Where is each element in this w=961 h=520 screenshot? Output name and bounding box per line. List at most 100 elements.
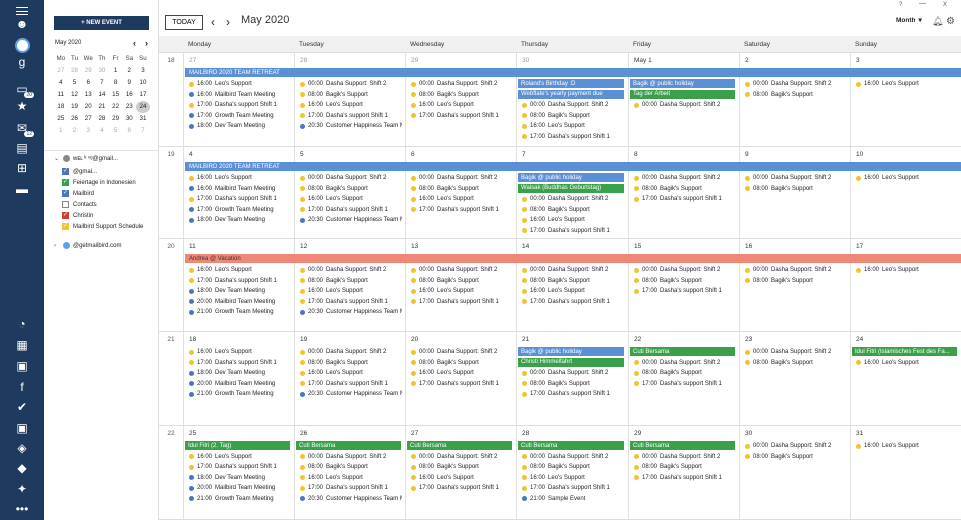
help-button[interactable]: ? [899, 2, 902, 8]
event-item[interactable]: 00:00 Dasha Support: Shift 2 [411, 452, 513, 462]
day-cell[interactable]: 10 16:00 Leo's Support [850, 147, 961, 238]
mini-day[interactable]: 29 [109, 113, 123, 125]
day-cell[interactable]: 15 00:00 Dasha Support: Shift 2 08:00 Bagik'… [628, 239, 739, 331]
event-item[interactable]: 16:00 Leo's Support [522, 473, 625, 483]
day-cell[interactable]: May 1 00:00 Dasha Support: Shift 2 [628, 53, 739, 146]
event-item[interactable]: 08:00 Bagik's Support [634, 462, 736, 472]
mini-day[interactable]: 19 [68, 101, 82, 113]
calendar-toggle[interactable]: Contacts [62, 201, 97, 208]
mini-day[interactable]: 8 [109, 77, 123, 89]
event-item[interactable]: 18:00 Dev Team Meeting [189, 473, 291, 483]
mini-day[interactable]: 28 [95, 113, 109, 125]
event-item[interactable]: 17:00 Dasha's support Shift 1 [300, 205, 402, 215]
event-item[interactable]: 00:00 Dasha Support: Shift 2 [634, 452, 736, 462]
mini-day[interactable]: 2 [122, 65, 136, 77]
event-item[interactable]: 17:00 Dasha's support Shift 1 [300, 483, 402, 493]
event-item[interactable]: 17:00 Dasha's support Shift 1 [411, 379, 513, 389]
event-item[interactable]: 16:00 Leo's Support [189, 452, 291, 462]
calendar-toggle[interactable]: ✓ Mailbird [62, 190, 94, 197]
mini-day[interactable]: 29 [81, 65, 95, 77]
more-icon[interactable]: ••• [8, 499, 36, 519]
twitter-icon[interactable]: ✦ [8, 479, 36, 499]
calendar-toggle[interactable]: ✓ Mailbird Support Schedule [62, 223, 143, 230]
account-g-icon[interactable]: g [8, 52, 36, 72]
event-item[interactable]: 16:00 Leo's Support [411, 100, 513, 110]
event-item[interactable]: 00:00 Dasha Support: Shift 2 [300, 347, 402, 357]
event-item[interactable]: 08:00 Bagik's Support [411, 276, 513, 286]
close-button[interactable]: X [943, 2, 947, 8]
checkbox[interactable]: ✓ [62, 212, 69, 219]
gear-icon[interactable]: ⚙ [946, 16, 955, 27]
event-item[interactable]: 08:00 Bagik's Support [634, 184, 736, 194]
event-item[interactable]: 21:00 Growth Team Meeting [189, 307, 291, 317]
mini-day[interactable]: 3 [81, 125, 95, 137]
day-cell[interactable]: 14 00:00 Dasha Support: Shift 2 08:00 Bagik'… [516, 239, 628, 331]
event-item[interactable]: 21:00 Growth Team Meeting [189, 494, 291, 504]
checkbox[interactable]: ✓ [62, 223, 69, 230]
contacts-icon[interactable]: ☻ [8, 14, 36, 34]
day-cell[interactable]: 21 00:00 Dasha Support: Shift 2 08:00 Bagik'… [516, 332, 628, 425]
all-day-event[interactable]: Bagik @ public holiday [518, 173, 624, 182]
day-cell[interactable]: 24 16:00 Leo's Support [850, 332, 961, 425]
retreat-bar[interactable]: MAILBIRD 2020 TEAM RETREAT [185, 162, 961, 171]
event-item[interactable]: 16:00 Leo's Support [856, 79, 958, 89]
account-row[interactable]: ⌄ ᴡᴇʟ ᵏ ⁿᵍ @gmail... [54, 155, 118, 162]
day-cell[interactable]: 19 00:00 Dasha Support: Shift 2 08:00 Bagik'… [294, 332, 405, 425]
next-month-icon[interactable]: › [226, 15, 230, 29]
checkbox[interactable]: ✓ [62, 190, 69, 197]
mini-day[interactable]: 11 [54, 89, 68, 101]
event-item[interactable]: 08:00 Bagik's Support [634, 276, 736, 286]
day-cell[interactable]: 8 00:00 Dasha Support: Shift 2 08:00 Bagik's… [628, 147, 739, 238]
mini-day[interactable]: 23 [122, 101, 136, 113]
event-item[interactable]: 16:00 Leo's Support [189, 79, 291, 89]
event-item[interactable]: 16:00 Leo's Support [856, 265, 958, 275]
event-item[interactable]: 08:00 Bagik's Support [411, 90, 513, 100]
whatsapp-icon[interactable]: ◔ [8, 314, 36, 334]
event-item[interactable]: 00:00 Dasha Support: Shift 2 [522, 265, 625, 275]
event-item[interactable]: 08:00 Bagik's Support [411, 358, 513, 368]
event-item[interactable]: 21:00 Sample Event [522, 494, 625, 504]
event-item[interactable]: 00:00 Dasha Support: Shift 2 [745, 79, 847, 89]
event-item[interactable]: 08:00 Bagik's Support [745, 358, 847, 368]
mini-day[interactable]: 2 [68, 125, 82, 137]
event-item[interactable]: 00:00 Dasha Support: Shift 2 [300, 173, 402, 183]
mini-day[interactable]: 7 [136, 125, 150, 137]
event-item[interactable]: 08:00 Bagik's Support [745, 184, 847, 194]
event-item[interactable]: 00:00 Dasha Support: Shift 2 [411, 265, 513, 275]
event-item[interactable]: 17:00 Dasha's support Shift 1 [522, 297, 625, 307]
mini-day[interactable]: 4 [95, 125, 109, 137]
all-day-event[interactable]: Cuti Bersama [518, 441, 624, 450]
mini-day[interactable]: 14 [95, 89, 109, 101]
event-item[interactable]: 17:00 Dasha's support Shift 1 [189, 276, 291, 286]
event-item[interactable]: 17:00 Dasha's support Shift 1 [522, 226, 625, 236]
event-item[interactable]: 17:00 Dasha's support Shift 1 [634, 286, 736, 296]
all-day-event[interactable]: Cuti Bersama [407, 441, 512, 450]
day-cell[interactable]: 16 00:00 Dasha Support: Shift 2 08:00 Bagik'… [739, 239, 850, 331]
event-item[interactable]: 08:00 Bagik's Support [300, 184, 402, 194]
today-button[interactable]: TODAY [165, 15, 203, 30]
day-cell[interactable]: 30 00:00 Dasha Support: Shift 2 08:00 Bagik'… [739, 426, 850, 519]
event-item[interactable]: 16:00 Leo's Support [300, 286, 402, 296]
mini-day[interactable]: 9 [122, 77, 136, 89]
event-item[interactable]: 00:00 Dasha Support: Shift 2 [745, 347, 847, 357]
event-item[interactable]: 17:00 Dasha's support Shift 1 [189, 462, 291, 472]
event-item[interactable]: 08:00 Bagik's Support [522, 276, 625, 286]
day-cell[interactable]: 7 00:00 Dasha Support: Shift 2 08:00 Bagik's… [516, 147, 628, 238]
event-item[interactable]: 00:00 Dasha Support: Shift 2 [522, 452, 625, 462]
event-item[interactable]: 20:30Customer Happiness Team Meeting [300, 494, 402, 504]
minimize-button[interactable]: — [919, 0, 926, 7]
day-cell[interactable]: 22 00:00 Dasha Support: Shift 2 08:00 Bagik'… [628, 332, 739, 425]
bell-icon[interactable]: 🔔︎ [932, 16, 943, 27]
event-item[interactable]: 16:00 Leo's Support [411, 286, 513, 296]
day-cell[interactable]: 27 16:00 Leo's Support 16:00 Mailbird Team M… [183, 53, 294, 146]
mini-day[interactable]: 1 [54, 125, 68, 137]
mini-day[interactable]: 20 [81, 101, 95, 113]
event-item[interactable]: 16:00 Leo's Support [300, 100, 402, 110]
event-item[interactable]: 18:00 Dev Team Meeting [189, 121, 291, 131]
account-row[interactable]: › @getmailbird.com [54, 242, 121, 249]
event-item[interactable]: 08:00 Bagik's Support [634, 368, 736, 378]
event-item[interactable]: 17:00 Dasha's support Shift 1 [411, 297, 513, 307]
day-cell[interactable]: 18 16:00 Leo's Support 17:00 Dasha's support… [183, 332, 294, 425]
all-day-event[interactable]: Christi Himmelfahrt [518, 357, 624, 367]
view-select[interactable]: Month ▾ [896, 16, 922, 25]
